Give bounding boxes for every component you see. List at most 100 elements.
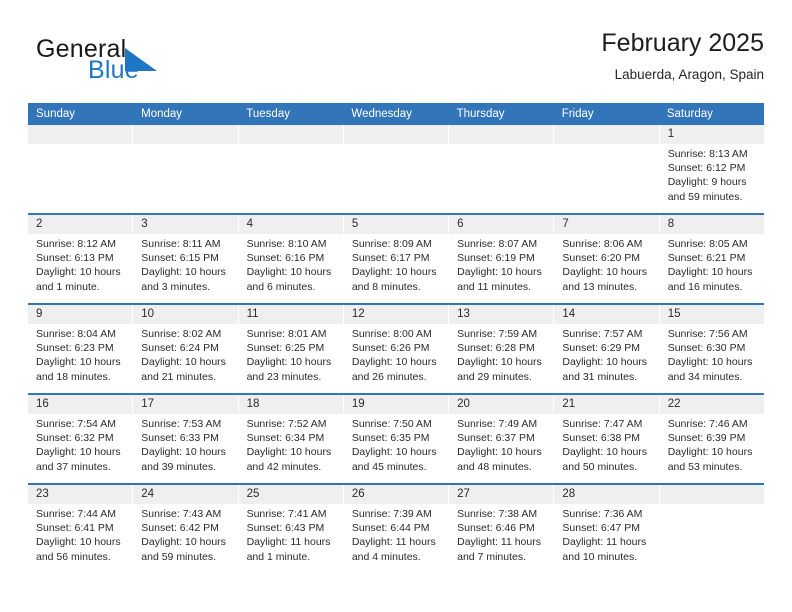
daylight-text-line2: and 42 minutes. [246,460,322,473]
daylight-text-line1: Daylight: 10 hours [667,446,753,459]
day-sun-info: Sunrise: 7:49 AM Sunset: 6:37 PM Daylight:… [449,414,553,474]
day-cell[interactable]: 28 Sunrise: 7:36 AM Sunset: 6:47 PM Dayligh… [554,485,660,573]
day-cell[interactable]: 4 Sunrise: 8:10 AM Sunset: 6:16 PM Daylight… [238,215,344,303]
weekday-header-thursday: Thursday [456,108,505,120]
day-cell[interactable]: 20 Sunrise: 7:49 AM Sunset: 6:37 PM Dayligh… [449,395,555,483]
day-number: 7 [554,215,659,234]
day-cell[interactable]: 7 Sunrise: 8:06 AM Sunset: 6:20 PM Daylight… [554,215,660,303]
daylight-text-line1: Daylight: 10 hours [246,266,332,279]
calendar-weeks: 1 Sunrise: 8:13 AM Sunset: 6:12 PM Daylight… [28,125,764,573]
sunrise-text: Sunrise: 7:39 AM [351,508,432,520]
day-number: 13 [449,305,554,324]
day-sun-info: Sunrise: 8:10 AM Sunset: 6:16 PM Daylight:… [239,234,343,294]
sunrise-text: Sunrise: 7:47 AM [562,418,643,430]
day-sun-info: Sunrise: 7:59 AM Sunset: 6:28 PM Daylight:… [449,324,553,384]
day-number: 17 [133,395,238,414]
sunset-text: Sunset: 6:34 PM [246,432,325,445]
day-number: 24 [133,485,238,504]
daylight-text-line1: Daylight: 11 hours [457,536,541,549]
day-cell[interactable]: 17 Sunrise: 7:53 AM Sunset: 6:33 PM Dayligh… [133,395,239,483]
day-sun-info: Sunrise: 7:36 AM Sunset: 6:47 PM Daylight:… [554,504,658,564]
calendar-week-row: 2 Sunrise: 8:12 AM Sunset: 6:13 PM Daylight… [28,213,764,303]
day-number [659,485,764,504]
day-cell[interactable]: 15 Sunrise: 7:56 AM Sunset: 6:30 PM Dayligh… [659,305,764,393]
sunrise-text: Sunrise: 8:09 AM [351,238,432,250]
daylight-text-line1: Daylight: 10 hours [667,356,753,369]
sunset-text: Sunset: 6:37 PM [457,432,535,445]
weekday-header-tuesday: Tuesday [246,108,290,120]
daylight-text-line1: Daylight: 10 hours [246,356,332,369]
day-cell[interactable]: 27 Sunrise: 7:38 AM Sunset: 6:46 PM Dayligh… [449,485,555,573]
daylight-text-line2: and 59 minutes. [667,190,743,203]
day-cell[interactable]: 9 Sunrise: 8:04 AM Sunset: 6:23 PM Daylight… [28,305,134,393]
day-cell[interactable]: 24 Sunrise: 7:43 AM Sunset: 6:42 PM Dayligh… [133,485,239,573]
daylight-text-line2: and 11 minutes. [457,280,532,293]
day-cell-empty [28,125,134,213]
sunrise-text: Sunrise: 7:49 AM [457,418,538,430]
day-number: 4 [238,215,343,234]
day-cell[interactable]: 8 Sunrise: 8:05 AM Sunset: 6:21 PM Daylight… [659,215,764,303]
day-cell[interactable]: 11 Sunrise: 8:01 AM Sunset: 6:25 PM Dayligh… [238,305,344,393]
day-cell[interactable]: 21 Sunrise: 7:47 AM Sunset: 6:38 PM Dayligh… [554,395,660,483]
day-sun-info: Sunrise: 8:00 AM Sunset: 6:26 PM Daylight:… [344,324,448,384]
daylight-text-line2: and 1 minute. [36,280,100,293]
daylight-text-line2: and 7 minutes. [457,550,527,563]
day-cell[interactable]: 10 Sunrise: 8:02 AM Sunset: 6:24 PM Dayligh… [133,305,239,393]
day-sun-info: Sunrise: 7:39 AM Sunset: 6:44 PM Daylight:… [344,504,448,564]
weekday-header-monday: Monday [141,108,183,120]
sunset-text: Sunset: 6:24 PM [141,342,219,355]
sunrise-text: Sunrise: 7:43 AM [141,508,222,520]
day-cell[interactable]: 12 Sunrise: 8:00 AM Sunset: 6:26 PM Dayligh… [343,305,450,393]
sunrise-text: Sunrise: 7:38 AM [457,508,538,520]
sunrise-text: Sunrise: 7:36 AM [562,508,643,520]
sunset-text: Sunset: 6:42 PM [141,522,219,535]
brand-logo[interactable]: General Blue [28,36,258,92]
day-cell[interactable]: 14 Sunrise: 7:57 AM Sunset: 6:29 PM Dayligh… [554,305,660,393]
daylight-text-line1: Daylight: 10 hours [457,356,542,369]
day-number [554,125,659,144]
calendar-week-row: 1 Sunrise: 8:13 AM Sunset: 6:12 PM Daylight… [28,125,764,213]
weekday-header-saturday: Saturday [666,108,713,120]
daylight-text-line1: Daylight: 9 hours [667,176,747,189]
sunset-text: Sunset: 6:39 PM [667,432,746,445]
day-cell[interactable]: 23 Sunrise: 7:44 AM Sunset: 6:41 PM Dayligh… [28,485,134,573]
day-cell[interactable]: 18 Sunrise: 7:52 AM Sunset: 6:34 PM Dayligh… [238,395,344,483]
daylight-text-line1: Daylight: 10 hours [141,446,226,459]
sunset-text: Sunset: 6:21 PM [667,252,746,265]
daylight-text-line2: and 6 minutes. [246,280,316,293]
day-cell[interactable]: 26 Sunrise: 7:39 AM Sunset: 6:44 PM Dayligh… [343,485,450,573]
day-cell[interactable]: 25 Sunrise: 7:41 AM Sunset: 6:43 PM Dayligh… [238,485,344,573]
day-cell[interactable]: 13 Sunrise: 7:59 AM Sunset: 6:28 PM Dayligh… [449,305,555,393]
day-cell[interactable]: 22 Sunrise: 7:46 AM Sunset: 6:39 PM Dayligh… [659,395,764,483]
day-cell[interactable]: 3 Sunrise: 8:11 AM Sunset: 6:15 PM Daylight… [133,215,239,303]
day-cell[interactable]: 6 Sunrise: 8:07 AM Sunset: 6:19 PM Daylight… [449,215,555,303]
day-number: 28 [554,485,659,504]
sunset-text: Sunset: 6:16 PM [246,252,325,265]
daylight-text-line1: Daylight: 10 hours [351,356,437,369]
sunset-text: Sunset: 6:29 PM [562,342,641,355]
sunrise-text: Sunrise: 7:57 AM [562,328,643,340]
daylight-text-line2: and 10 minutes. [562,550,638,563]
sunset-text: Sunset: 6:38 PM [562,432,641,445]
sunrise-text: Sunrise: 7:56 AM [667,328,748,340]
day-cell[interactable]: 1 Sunrise: 8:13 AM Sunset: 6:12 PM Daylight… [659,125,764,213]
day-cell[interactable]: 19 Sunrise: 7:50 AM Sunset: 6:35 PM Dayligh… [343,395,450,483]
day-cell-empty [554,125,660,213]
daylight-text-line1: Daylight: 10 hours [457,446,542,459]
sunset-text: Sunset: 6:25 PM [246,342,325,355]
sunset-text: Sunset: 6:15 PM [141,252,219,265]
day-number: 3 [133,215,238,234]
day-cell[interactable]: 2 Sunrise: 8:12 AM Sunset: 6:13 PM Daylight… [28,215,134,303]
day-cell[interactable]: 5 Sunrise: 8:09 AM Sunset: 6:17 PM Daylight… [343,215,450,303]
sunrise-text: Sunrise: 8:11 AM [141,238,221,250]
daylight-text-line1: Daylight: 10 hours [141,266,226,279]
sunset-text: Sunset: 6:32 PM [36,432,114,445]
sunset-text: Sunset: 6:19 PM [457,252,535,265]
day-sun-info: Sunrise: 7:57 AM Sunset: 6:29 PM Daylight:… [554,324,658,384]
daylight-text-line2: and 13 minutes. [562,280,638,293]
day-cell[interactable]: 16 Sunrise: 7:54 AM Sunset: 6:32 PM Dayligh… [28,395,134,483]
sunrise-text: Sunrise: 8:04 AM [36,328,116,340]
sunrise-text: Sunrise: 8:13 AM [667,148,748,160]
day-sun-info: Sunrise: 8:13 AM Sunset: 6:12 PM Daylight:… [660,144,764,204]
day-sun-info: Sunrise: 8:07 AM Sunset: 6:19 PM Daylight:… [449,234,553,294]
